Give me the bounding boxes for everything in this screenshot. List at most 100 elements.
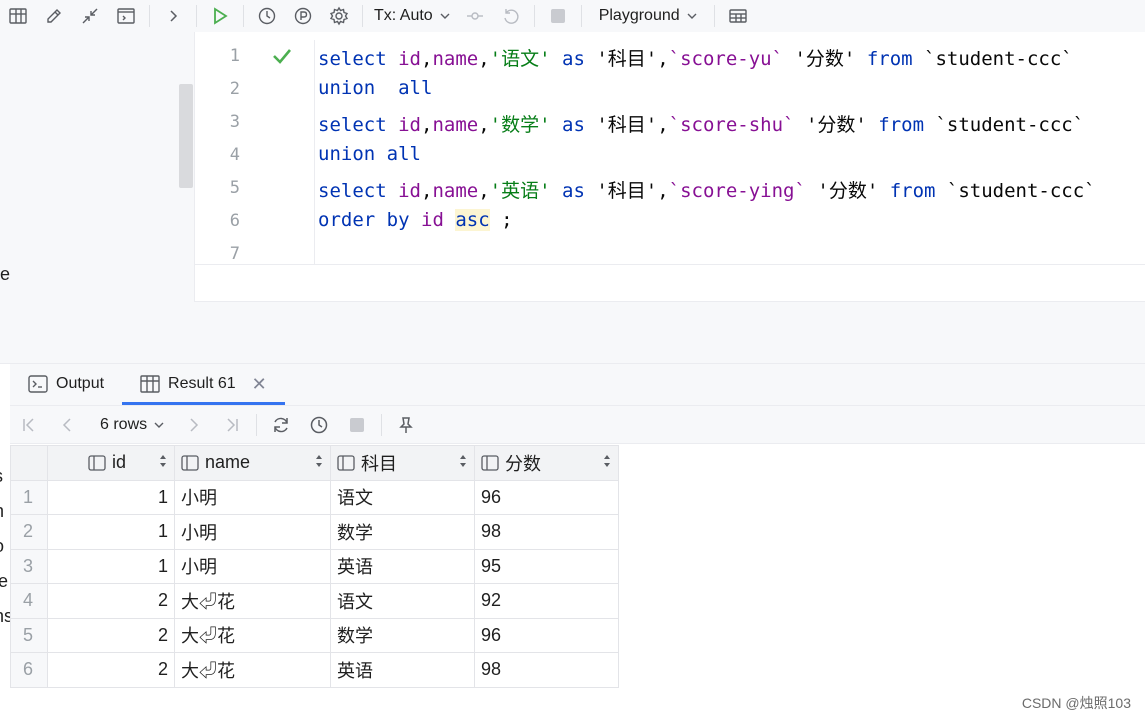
table-cell[interactable]: 大⏎花 <box>174 583 331 619</box>
table-cell[interactable]: 96 <box>474 617 619 653</box>
table-cell[interactable]: 语文 <box>330 479 475 515</box>
table-row[interactable]: 6 2 大⏎花 英语 98 <box>10 652 619 688</box>
services-tabs: Output Result 61 ✕ <box>10 364 1145 406</box>
code-token: id <box>398 180 421 202</box>
table-row[interactable]: 3 1 小明 英语 95 <box>10 548 619 584</box>
cropped-label: ns <box>0 606 10 626</box>
page-size-dropdown[interactable]: 6 rows <box>100 416 165 434</box>
column-icon <box>88 455 106 471</box>
table-cell[interactable]: 小明 <box>174 514 331 550</box>
sort-icon[interactable] <box>158 452 168 473</box>
toolbar-divider <box>243 5 244 27</box>
result-toolbar: 6 rows <box>10 406 1145 444</box>
table-cell[interactable]: 小明 <box>174 479 331 515</box>
code-token: from <box>889 180 936 202</box>
main-toolbar: Tx: Auto Playground <box>0 0 1145 32</box>
toolbar-divider <box>580 5 582 27</box>
column-header-subject[interactable]: 科目 <box>330 445 475 481</box>
code-line[interactable]: 6 order by id asc ; <box>195 205 1145 238</box>
table-cell[interactable]: 1 <box>47 548 175 584</box>
code-token: ; <box>489 209 513 231</box>
sql-editor[interactable]: 1 select id,name,'语文' as '科目',`score-yu` … <box>195 32 1145 265</box>
tab-result-label: Result 61 <box>168 375 236 392</box>
chevron-right-icon[interactable] <box>162 5 184 27</box>
pin-icon[interactable] <box>394 413 418 437</box>
table-cell[interactable]: 大⏎花 <box>174 652 331 688</box>
table-view-icon[interactable] <box>727 5 749 27</box>
column-header-score[interactable]: 分数 <box>474 445 619 481</box>
console-icon <box>28 375 48 393</box>
code-token: select <box>318 114 387 136</box>
table-cell[interactable]: 数学 <box>330 514 475 550</box>
code-token: id <box>398 114 421 136</box>
close-icon[interactable]: ✕ <box>252 374 267 395</box>
tab-result[interactable]: Result 61 ✕ <box>122 363 285 405</box>
table-cell[interactable]: 小明 <box>174 548 331 584</box>
table-cell[interactable]: 96 <box>474 479 619 515</box>
code-line[interactable]: 1 select id,name,'语文' as '科目',`score-yu` … <box>195 40 1145 73</box>
table-cell[interactable]: 2 <box>47 652 175 688</box>
code-token: union <box>318 143 376 165</box>
column-header-id[interactable]: id <box>47 445 175 481</box>
column-header-name[interactable]: name <box>174 445 331 481</box>
table-cell[interactable]: 1 <box>47 514 175 550</box>
toolbar-divider <box>256 413 258 436</box>
code-line[interactable]: 4 union all <box>195 139 1145 172</box>
table-cell[interactable]: 语文 <box>330 583 475 619</box>
transaction-mode-dropdown[interactable]: Tx: Auto <box>374 7 451 25</box>
table-cell[interactable]: 1 <box>47 479 175 515</box>
table-icon[interactable] <box>7 5 29 27</box>
history-clock-icon[interactable] <box>256 5 278 27</box>
table-cell[interactable]: 英语 <box>330 548 475 584</box>
code-token: from <box>878 114 925 136</box>
code-line[interactable]: 3 select id,name,'数学' as '科目',`score-shu`… <box>195 106 1145 139</box>
sort-icon[interactable] <box>314 452 324 473</box>
table-cell[interactable]: 2 <box>47 583 175 619</box>
table-cell[interactable]: 98 <box>474 652 619 688</box>
table-cell[interactable]: 98 <box>474 514 619 550</box>
table-cell[interactable]: 92 <box>474 583 619 619</box>
table-row[interactable]: 2 1 小明 数学 98 <box>10 514 619 550</box>
explain-plan-icon[interactable] <box>292 5 314 27</box>
row-number-header <box>10 445 48 481</box>
left-pane-scrollbar[interactable] <box>179 84 193 188</box>
result-grid[interactable]: id name 科目 分数 1 1 小明 语文 96 2 1 小明 数学 98 … <box>10 445 619 688</box>
tab-output[interactable]: Output <box>10 363 122 405</box>
tab-output-label: Output <box>56 375 105 392</box>
row-number: 6 <box>10 652 48 688</box>
table-cell[interactable]: 大⏎花 <box>174 617 331 653</box>
compare-arrows-icon[interactable] <box>79 5 101 27</box>
editor-bottom-area <box>195 266 1145 302</box>
toolbar-divider <box>196 5 197 27</box>
session-dropdown[interactable]: Playground <box>599 7 698 25</box>
table-cell[interactable]: 英语 <box>330 652 475 688</box>
left-pane-cropped-text: e <box>0 264 11 284</box>
line-number: 2 <box>229 79 240 99</box>
reload-icon[interactable] <box>269 413 293 437</box>
settings-gear-icon[interactable] <box>328 5 350 27</box>
edit-pencil-icon[interactable] <box>43 5 65 27</box>
console-window-icon[interactable] <box>115 5 137 27</box>
chevron-down-icon <box>154 422 164 428</box>
sort-icon[interactable] <box>458 452 468 473</box>
previous-page-icon <box>55 413 79 437</box>
table-row[interactable]: 5 2 大⏎花 数学 96 <box>10 617 619 653</box>
history-clock-icon[interactable] <box>307 413 331 437</box>
column-icon <box>181 455 199 471</box>
code-line[interactable]: 2 union all <box>195 73 1145 106</box>
sort-icon[interactable] <box>602 452 612 473</box>
table-cell[interactable]: 数学 <box>330 617 475 653</box>
line-number: 6 <box>229 211 240 231</box>
run-icon[interactable] <box>209 5 231 27</box>
table-cell[interactable]: 2 <box>47 617 175 653</box>
code-token: , <box>478 180 490 202</box>
code-line[interactable]: 5 select id,name,'英语' as '科目',`score-ying… <box>195 172 1145 205</box>
table-row[interactable]: 1 1 小明 语文 96 <box>10 479 619 515</box>
toolbar-divider <box>149 5 150 27</box>
table-cell[interactable]: 95 <box>474 548 619 584</box>
table-row[interactable]: 4 2 大⏎花 语文 92 <box>10 583 619 619</box>
